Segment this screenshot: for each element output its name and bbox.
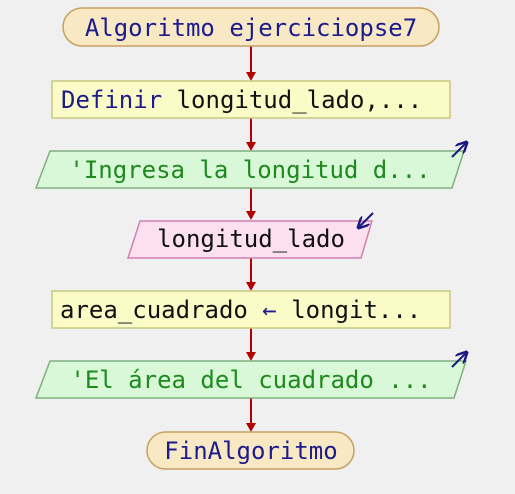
fin-algoritmo-keyword: FinAlgoritmo <box>164 437 337 465</box>
end-terminal[interactable]: FinAlgoritmo <box>146 431 355 470</box>
define-process[interactable]: Definir longitud_lado,... <box>51 80 451 119</box>
assign-expression: longit... <box>291 296 421 324</box>
arrow-start-to-define <box>246 46 256 81</box>
assign-process-text: area_cuadrado ← longit... <box>60 296 421 324</box>
definir-keyword: Definir <box>61 86 162 114</box>
flowchart-canvas: Algoritmo ejerciciopse7 Definir longitud… <box>34 7 515 470</box>
start-terminal-text: Algoritmo ejerciciopse7 <box>85 14 417 42</box>
algorithm-name: ejerciciopse7 <box>229 14 417 42</box>
assign-operator: ← <box>262 296 276 324</box>
arrow-define-to-write1 <box>246 118 256 151</box>
arrow-write1-to-read <box>246 188 256 220</box>
assign-target: area_cuadrado <box>60 296 248 324</box>
define-process-text: Definir longitud_lado,... <box>61 86 422 114</box>
input-step-text: longitud_lado <box>157 225 345 253</box>
output-step-1-text: 'Ingresa la longitud d... <box>69 156 430 184</box>
arrow-write2-to-end <box>246 398 256 432</box>
output-step-2-text: 'El área del cuadrado ... <box>70 366 431 394</box>
arrow-read-to-assign <box>246 258 256 291</box>
algoritmo-keyword: Algoritmo <box>85 14 215 42</box>
input-step[interactable]: longitud_lado <box>126 212 374 259</box>
assign-process[interactable]: area_cuadrado ← longit... <box>51 290 451 329</box>
arrow-assign-to-write2 <box>246 328 256 361</box>
define-variables: longitud_lado,... <box>177 86 423 114</box>
start-terminal[interactable]: Algoritmo ejerciciopse7 <box>62 7 440 47</box>
